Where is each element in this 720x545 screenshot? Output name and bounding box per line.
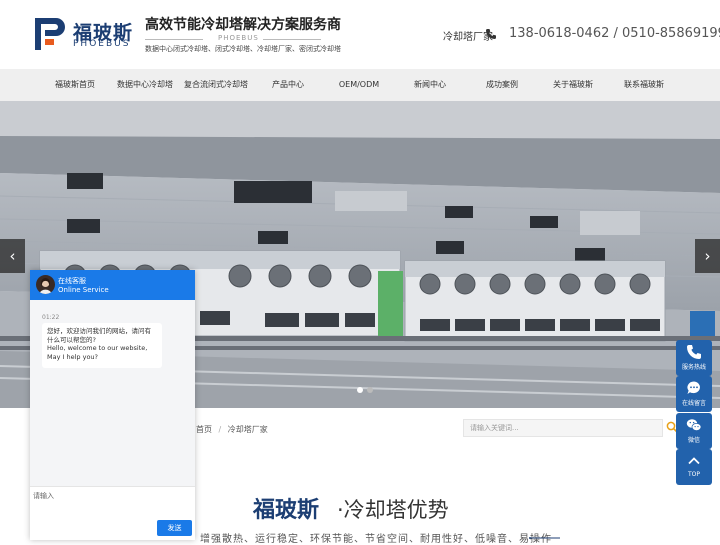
- send-button[interactable]: 发送: [157, 520, 192, 536]
- side-wechat-label: 微信: [687, 437, 700, 444]
- chat-message: 您好，欢迎访问我们的网站，请问有什么可以帮您的? Hello, welcome …: [42, 323, 162, 368]
- side-message-label: 在线留言: [681, 400, 706, 407]
- decorative-line: [529, 537, 560, 539]
- side-hotline-button[interactable]: 服务热线: [676, 340, 712, 376]
- nav-item-oem[interactable]: OEM/ODM: [329, 69, 389, 101]
- slogan-divider: PHOEBUS: [145, 34, 325, 44]
- chat-header[interactable]: 在线客服 Online Service: [30, 270, 195, 300]
- slogan: 高效节能冷却塔解决方案服务商: [145, 17, 341, 33]
- nav-item-news[interactable]: 新闻中心: [400, 69, 460, 101]
- nav-item-closed-tower[interactable]: 复合流闭式冷却塔: [183, 69, 249, 101]
- message-text-cn: 您好，欢迎访问我们的网站，请问有什么可以帮您的?: [47, 327, 151, 344]
- nav-item-contact[interactable]: 联系福玻斯: [614, 69, 674, 101]
- hotline-number[interactable]: 138-0618-0462 / 0510-85869199: [509, 26, 720, 41]
- side-top-button[interactable]: TOP: [676, 449, 712, 485]
- side-message-button[interactable]: 在线留言: [676, 376, 712, 412]
- advantage-title: ·冷却塔优势: [337, 498, 449, 522]
- wechat-icon: [686, 419, 702, 431]
- chevron-right-icon: ›: [704, 247, 711, 265]
- message-icon: [687, 381, 700, 394]
- advantage-brand: 福玻斯: [253, 498, 320, 523]
- phone-icon: [486, 29, 496, 39]
- nav-item-products[interactable]: 产品中心: [258, 69, 318, 101]
- chat-messages: 01:22 您好，欢迎访问我们的网站，请问有什么可以帮您的? Hello, we…: [30, 300, 195, 486]
- chevron-left-icon: ‹: [9, 247, 16, 265]
- nav-item-cases[interactable]: 成功案例: [472, 69, 532, 101]
- logo-english: PHOEBUS: [73, 39, 131, 49]
- search-input[interactable]: [470, 422, 640, 434]
- chat-input[interactable]: [33, 490, 143, 502]
- hero-dot-2[interactable]: [367, 387, 373, 393]
- phoebus-logo-icon[interactable]: [34, 17, 66, 51]
- main-nav: 福玻斯首页 数据中心冷却塔 复合流闭式冷却塔 产品中心 OEM/ODM 新闻中心…: [0, 69, 720, 101]
- hero-dot-1[interactable]: [357, 387, 363, 393]
- advantage-description: 增强散热、运行稳定、环保节能、节省空间、耐用性好、低噪音、易操作: [200, 534, 552, 545]
- slogan-english: PHOEBUS: [218, 34, 259, 42]
- message-text-en: Hello, welcome to our website, May I hel…: [47, 344, 148, 361]
- breadcrumb-current: 冷却塔厂家: [227, 425, 268, 434]
- side-hotline-label: 服务热线: [681, 364, 706, 371]
- site-header: 福玻斯 PHOEBUS 高效节能冷却塔解决方案服务商 PHOEBUS 数据中心闭…: [0, 0, 720, 69]
- breadcrumb-home[interactable]: 首页: [196, 425, 212, 434]
- search-box: [463, 419, 663, 437]
- nav-item-datacenter[interactable]: 数据中心冷却塔: [108, 69, 182, 101]
- chat-subtitle: Online Service: [58, 286, 109, 294]
- phone-icon: [687, 345, 701, 359]
- chat-input-area: 发送: [30, 486, 195, 540]
- avatar: [36, 275, 55, 294]
- breadcrumb-separator: /: [218, 425, 222, 434]
- side-top-label: TOP: [687, 471, 700, 478]
- hero-prev-button[interactable]: ‹: [0, 239, 25, 273]
- slogan-keywords: 数据中心闭式冷却塔、闭式冷却塔、冷却塔厂家、密闭式冷却塔: [145, 45, 341, 53]
- nav-item-home[interactable]: 福玻斯首页: [45, 69, 105, 101]
- arrow-up-icon: [688, 457, 700, 465]
- nav-item-about[interactable]: 关于福玻斯: [543, 69, 603, 101]
- message-time: 01:22: [42, 314, 60, 321]
- chat-widget: 在线客服 Online Service 01:22 您好，欢迎访问我们的网站，请…: [30, 270, 195, 540]
- chat-title: 在线客服: [58, 277, 86, 285]
- side-wechat-button[interactable]: 微信: [676, 413, 712, 449]
- hero-next-button[interactable]: ›: [695, 239, 720, 273]
- breadcrumb: 首页 / 冷却塔厂家: [196, 424, 268, 435]
